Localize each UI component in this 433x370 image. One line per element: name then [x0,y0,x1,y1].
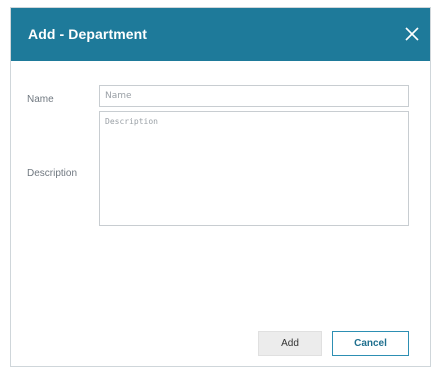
name-label: Name [27,94,54,105]
cancel-button[interactable]: Cancel [332,331,409,356]
dialog-titlebar: Add - Department [11,8,430,61]
dialog-title: Add - Department [28,26,148,42]
description-field[interactable] [99,111,409,226]
description-label: Description [27,168,78,179]
name-field[interactable] [99,85,409,107]
add-department-dialog: Add - Department Name Description Add Ca… [10,7,431,367]
add-button[interactable]: Add [258,331,322,356]
close-icon[interactable] [403,25,421,43]
